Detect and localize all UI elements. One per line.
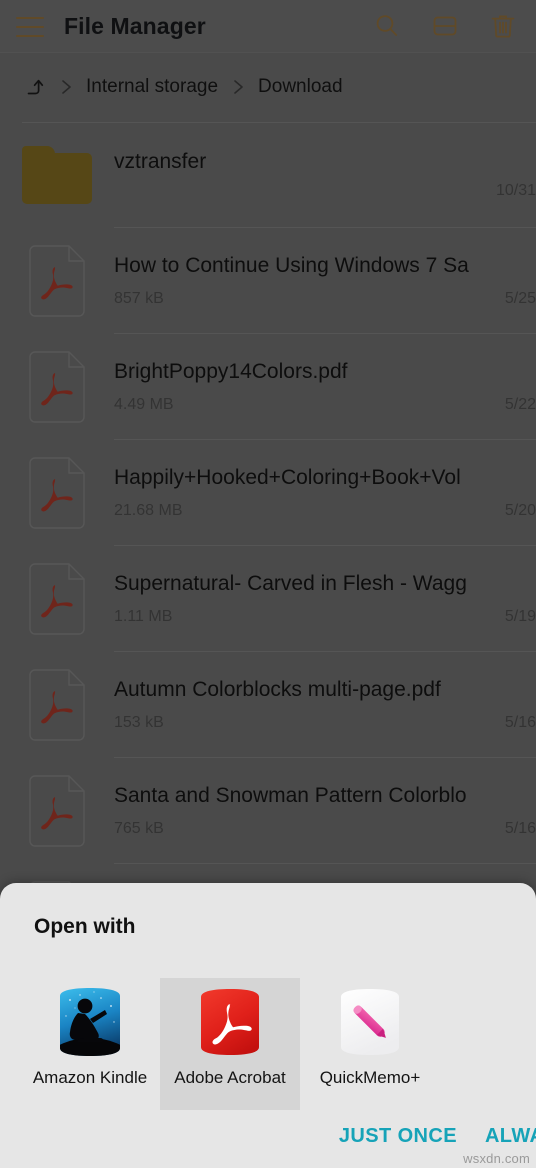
open-with-dialog: Open with Amazon Kindle Adobe Acrobat Qu… — [0, 883, 536, 1168]
folder-icon — [22, 146, 92, 204]
file-icon-cell — [0, 562, 114, 636]
pdf-file-icon — [25, 774, 89, 848]
toolbar-divider — [0, 52, 536, 53]
file-name: vztransfer — [114, 150, 207, 173]
watermark: wsxdn.com — [463, 1151, 530, 1166]
hamburger-menu-icon[interactable] — [16, 15, 44, 37]
list-item[interactable]: Santa and Snowman Pattern Colorblo 765 k… — [0, 758, 536, 864]
breadcrumb-item-internal-storage[interactable]: Internal storage — [76, 76, 228, 98]
file-icon-cell — [0, 774, 114, 848]
file-meta: How to Continue Using Windows 7 Sa 857 k… — [114, 228, 536, 334]
app-label: QuickMemo+ — [319, 1068, 421, 1087]
file-meta: Supernatural- Carved in Flesh - Wagg 1.1… — [114, 546, 536, 652]
app-label: Adobe Acrobat — [174, 1068, 286, 1087]
chevron-right-icon — [228, 77, 248, 97]
breadcrumb-item-download[interactable]: Download — [248, 76, 353, 98]
file-date: 5/20 — [504, 502, 536, 519]
file-date: 5/16 — [504, 820, 536, 837]
list-item[interactable]: Autumn Colorblocks multi-page.pdf 153 kB… — [0, 652, 536, 758]
file-name: Supernatural- Carved in Flesh - Wagg — [114, 572, 467, 595]
split-view-icon[interactable] — [430, 11, 460, 41]
file-icon-cell — [0, 146, 114, 204]
app-option-quickmemo-plus[interactable]: QuickMemo+ — [300, 978, 440, 1110]
app-chooser-grid: Amazon Kindle Adobe Acrobat QuickMemo+ — [20, 978, 440, 1110]
file-name: Happily+Hooked+Coloring+Book+Vol — [114, 466, 461, 489]
breadcrumb: Internal storage Download — [0, 52, 536, 122]
file-icon-cell — [0, 350, 114, 424]
file-meta: Happily+Hooked+Coloring+Book+Vol 21.68 M… — [114, 440, 536, 546]
list-item[interactable]: Happily+Hooked+Coloring+Book+Vol 21.68 M… — [0, 440, 536, 546]
file-name: Autumn Colorblocks multi-page.pdf — [114, 678, 441, 701]
file-date: 10/31 — [495, 182, 536, 199]
just-once-button[interactable]: JUST ONCE — [335, 1119, 461, 1154]
amazon-kindle-icon — [54, 986, 126, 1058]
pdf-file-icon — [25, 668, 89, 742]
list-item[interactable]: vztransfer 10/31 — [0, 122, 536, 228]
trash-icon[interactable] — [488, 11, 518, 41]
pdf-file-icon — [25, 456, 89, 530]
app-toolbar: File Manager — [0, 0, 536, 52]
file-date: 5/19 — [504, 608, 536, 625]
quickmemo-plus-icon — [334, 986, 406, 1058]
file-list: vztransfer 10/31 How to Continue Using W… — [0, 122, 536, 970]
file-meta: BrightPoppy14Colors.pdf 4.49 MB 5/22 — [114, 334, 536, 440]
file-icon-cell — [0, 456, 114, 530]
file-date: 5/22 — [504, 396, 536, 413]
file-icon-cell — [0, 668, 114, 742]
list-item[interactable]: BrightPoppy14Colors.pdf 4.49 MB 5/22 — [0, 334, 536, 440]
list-item[interactable]: Supernatural- Carved in Flesh - Wagg 1.1… — [0, 546, 536, 652]
file-meta: Autumn Colorblocks multi-page.pdf 153 kB… — [114, 652, 536, 758]
pdf-file-icon — [25, 562, 89, 636]
search-icon[interactable] — [372, 11, 402, 41]
pdf-file-icon — [25, 350, 89, 424]
file-date: 5/16 — [504, 714, 536, 731]
always-button[interactable]: ALWAYS — [481, 1119, 536, 1154]
app-option-amazon-kindle[interactable]: Amazon Kindle — [20, 978, 160, 1110]
page-title: File Manager — [64, 12, 206, 39]
pdf-file-icon — [25, 244, 89, 318]
dialog-title: Open with — [34, 915, 136, 938]
file-name: Santa and Snowman Pattern Colorblo — [114, 784, 467, 807]
app-option-adobe-acrobat[interactable]: Adobe Acrobat — [160, 978, 300, 1110]
file-name: BrightPoppy14Colors.pdf — [114, 360, 348, 383]
list-item[interactable]: How to Continue Using Windows 7 Sa 857 k… — [0, 228, 536, 334]
adobe-acrobat-icon — [194, 986, 266, 1058]
file-name: How to Continue Using Windows 7 Sa — [114, 254, 469, 277]
arrow-up-icon[interactable] — [22, 76, 44, 98]
dialog-actions: JUST ONCE ALWAYS — [335, 1119, 536, 1154]
file-meta: vztransfer 10/31 — [114, 122, 536, 228]
file-date: 5/25 — [504, 290, 536, 307]
phone-screen: File Manager Internal storage Download v… — [0, 0, 536, 1168]
toolbar-actions — [372, 11, 522, 41]
app-label: Amazon Kindle — [32, 1068, 148, 1087]
chevron-right-icon — [56, 77, 76, 97]
file-icon-cell — [0, 244, 114, 318]
file-meta: Santa and Snowman Pattern Colorblo 765 k… — [114, 758, 536, 864]
